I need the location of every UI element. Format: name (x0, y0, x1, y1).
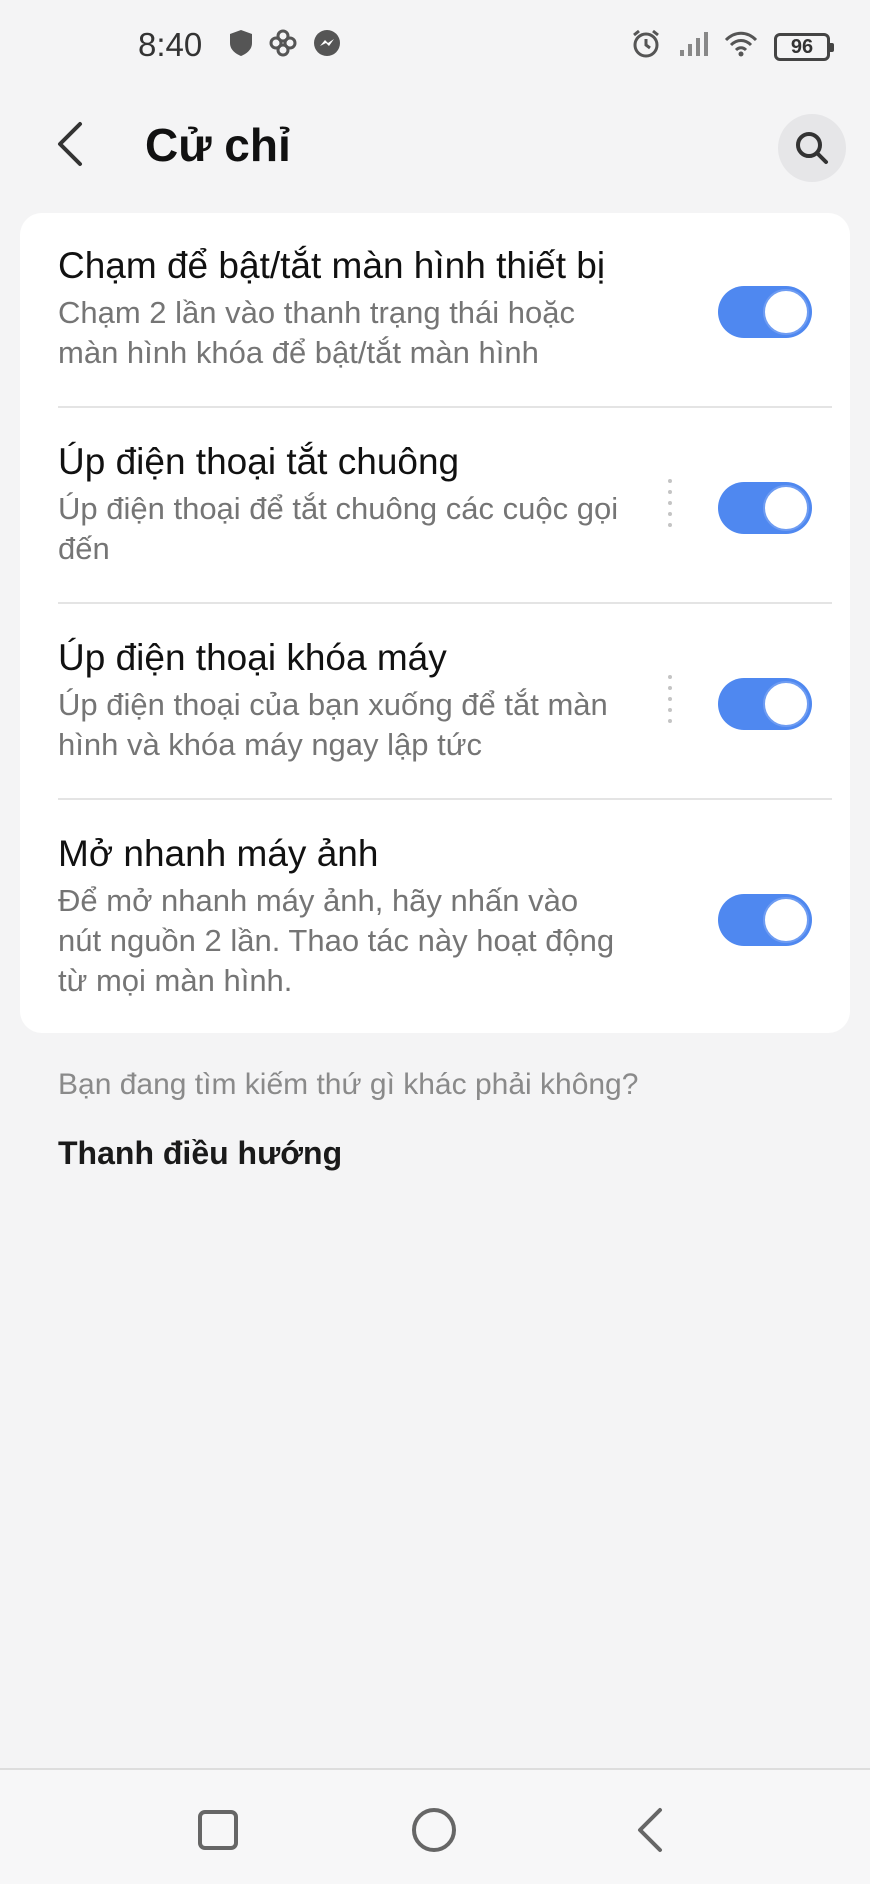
home-circle-icon (412, 1808, 456, 1852)
setting-row-flip-to-lock[interactable]: Úp điện thoại khóa máy Úp điện thoại của… (58, 635, 832, 765)
setting-title: Mở nhanh máy ảnh (58, 833, 379, 874)
divider (58, 798, 832, 800)
signal-icon (678, 30, 708, 63)
shield-icon (228, 29, 254, 62)
recents-button[interactable] (188, 1800, 248, 1860)
suggestions-heading: Bạn đang tìm kiếm thứ gì khác phải không… (58, 1068, 639, 1101)
back-button[interactable] (40, 114, 100, 174)
screen: 8:40 96 Cử chỉ Chạm để bật/tắt màn hình … (0, 0, 870, 1884)
toggle-quick-camera[interactable] (718, 894, 812, 946)
vertical-divider-dots (668, 479, 674, 527)
setting-row-flip-to-mute[interactable]: Úp điện thoại tắt chuông Úp điện thoại đ… (58, 439, 832, 569)
setting-description: Úp điện thoại để tắt chuông các cuộc gọi… (58, 491, 619, 566)
status-time: 8:40 (138, 26, 203, 63)
app-bar: Cử chỉ (0, 92, 870, 204)
pinwheel-icon (268, 28, 298, 63)
back-nav-button[interactable] (620, 1800, 680, 1860)
chevron-left-icon (58, 122, 82, 166)
status-bar: 8:40 96 (0, 0, 870, 92)
messenger-icon (312, 28, 342, 63)
toggle-flip-to-mute[interactable] (718, 482, 812, 534)
setting-row-quick-camera[interactable]: Mở nhanh máy ảnh Để mở nhanh máy ảnh, hã… (58, 831, 832, 1001)
setting-title: Úp điện thoại khóa máy (58, 637, 447, 678)
setting-title: Úp điện thoại tắt chuông (58, 441, 460, 482)
divider (58, 602, 832, 604)
toggle-knob (763, 485, 809, 531)
back-triangle-icon (638, 1808, 662, 1852)
setting-description: Chạm 2 lần vào thanh trạng thái hoặc màn… (58, 295, 576, 370)
divider (58, 406, 832, 408)
recents-square-icon (198, 1810, 238, 1850)
search-icon (796, 132, 828, 164)
setting-row-double-tap-screen[interactable]: Chạm để bật/tắt màn hình thiết bị Chạm 2… (58, 243, 832, 373)
status-left-icons (228, 28, 342, 63)
status-right-icons: 96 (630, 28, 834, 65)
page-title: Cử chỉ (145, 119, 291, 171)
system-nav-bar (0, 1768, 870, 1884)
home-button[interactable] (404, 1800, 464, 1860)
setting-description: Để mở nhanh máy ảnh, hãy nhấn vào nút ng… (58, 883, 615, 998)
gestures-settings-card: Chạm để bật/tắt màn hình thiết bị Chạm 2… (20, 213, 850, 1033)
toggle-knob (763, 681, 809, 727)
toggle-knob (763, 897, 809, 943)
toggle-flip-to-lock[interactable] (718, 678, 812, 730)
toggle-knob (763, 289, 809, 335)
vertical-divider-dots (668, 675, 674, 723)
alarm-icon (630, 28, 662, 65)
setting-title: Chạm để bật/tắt màn hình thiết bị (58, 245, 606, 286)
setting-description: Úp điện thoại của bạn xuống để tắt màn h… (58, 687, 608, 762)
navigation-bar-link[interactable]: Thanh điều hướng (58, 1135, 342, 1172)
battery-indicator: 96 (774, 32, 834, 61)
search-button[interactable] (778, 114, 846, 182)
toggle-double-tap-screen[interactable] (718, 286, 812, 338)
wifi-icon (724, 30, 758, 63)
